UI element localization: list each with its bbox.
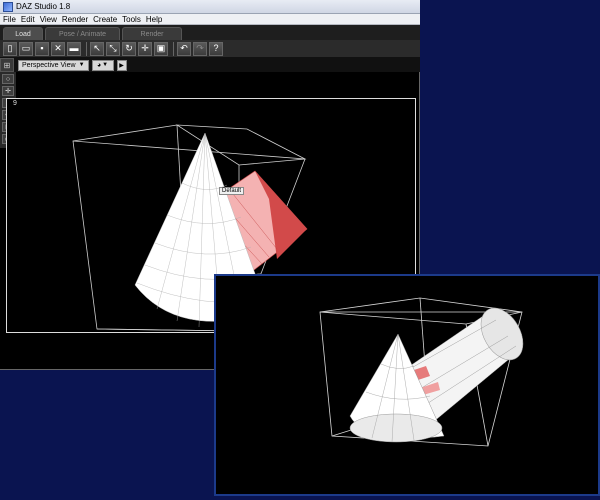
window-title: DAZ Studio 1.8	[16, 2, 71, 11]
delete-icon[interactable]: ✕	[51, 41, 65, 56]
tab-pose-animate[interactable]: Pose / Animate	[45, 27, 120, 40]
menu-tools[interactable]: Tools	[122, 15, 141, 24]
orbit-icon[interactable]: ○	[2, 74, 14, 84]
menu-create[interactable]: Create	[93, 15, 117, 24]
help-icon[interactable]: ?	[209, 41, 223, 56]
main-toolbar: ▯ ▭ ▪ ✕ ▬ ↖ ⤡ ↻ ✛ ▣ ↶ ↷ ?	[0, 40, 420, 58]
perspective-view-select[interactable]: Perspective View ▼	[18, 59, 89, 71]
node-select-icon[interactable]: ⤡	[106, 41, 120, 56]
import-icon[interactable]: ▬	[67, 41, 81, 56]
rotate-icon[interactable]: ↻	[122, 41, 136, 56]
scale-icon[interactable]: ▣	[154, 41, 168, 56]
menu-edit[interactable]: Edit	[21, 15, 35, 24]
open-folder-icon[interactable]: ▭	[19, 41, 33, 56]
new-file-icon[interactable]: ▯	[3, 41, 17, 56]
toolbar-separator	[173, 41, 174, 56]
sphere-icon: ◕	[96, 61, 102, 69]
tab-load[interactable]: Load	[3, 27, 43, 40]
menu-file[interactable]: File	[3, 15, 16, 24]
pan-icon[interactable]: ✛	[2, 86, 14, 96]
shading-select[interactable]: ◕ ▼	[91, 59, 114, 71]
menu-bar: File Edit View Render Create Tools Help	[0, 14, 420, 25]
default-tooltip: Default	[219, 187, 245, 195]
viewport-number: 9	[13, 100, 17, 107]
redo-icon[interactable]: ↷	[193, 41, 207, 56]
tab-bar: Load Pose / Animate Render	[0, 25, 420, 40]
view-select-label: Perspective View	[22, 61, 76, 69]
toolbar-separator	[86, 41, 87, 56]
title-bar: DAZ Studio 1.8	[0, 0, 420, 14]
render-window	[214, 274, 600, 496]
undo-icon[interactable]: ↶	[177, 41, 191, 56]
save-icon[interactable]: ▪	[35, 41, 49, 56]
menu-render[interactable]: Render	[62, 15, 88, 24]
viewport-bar: ⊞ Perspective View ▼ ◕ ▼ ▶	[0, 58, 420, 72]
tab-render[interactable]: Render	[122, 27, 182, 40]
translate-icon[interactable]: ✛	[138, 41, 152, 56]
chevron-down-icon: ▼	[102, 62, 109, 68]
app-icon	[3, 1, 13, 12]
menu-help[interactable]: Help	[146, 15, 162, 24]
select-arrow-icon[interactable]: ↖	[90, 41, 104, 56]
grid-icon[interactable]: ⊞	[0, 58, 14, 72]
play-icon[interactable]: ▶	[116, 59, 127, 71]
menu-view[interactable]: View	[40, 15, 57, 24]
chevron-down-icon: ▼	[78, 62, 85, 68]
render-scene	[319, 297, 524, 447]
